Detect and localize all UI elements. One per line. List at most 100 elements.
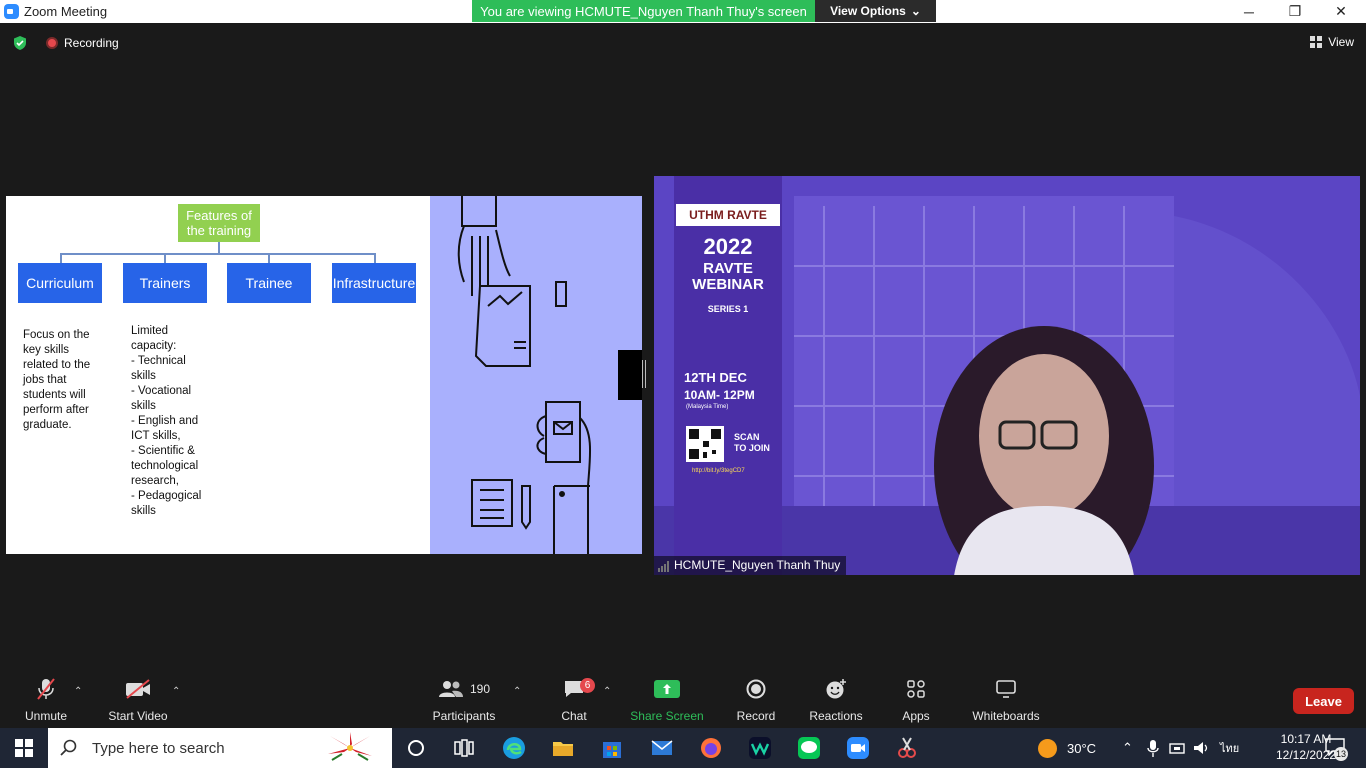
- poster-scan-label: SCAN TO JOIN: [734, 432, 770, 453]
- notification-count-badge: 13: [1334, 747, 1348, 761]
- trainers-description: Limited capacity: - Technical skills - V…: [131, 325, 202, 517]
- record-icon: [746, 679, 766, 699]
- volume-tray-icon[interactable]: [1192, 736, 1210, 760]
- resize-handle[interactable]: [642, 360, 646, 388]
- microphone-tray-icon[interactable]: [1146, 736, 1160, 760]
- search-icon: [60, 739, 77, 756]
- start-video-button[interactable]: Start Video: [105, 672, 171, 728]
- edge-browser-icon[interactable]: [502, 736, 526, 760]
- apps-icon: [907, 680, 925, 698]
- input-language-indicator[interactable]: ไทย: [1220, 728, 1239, 768]
- recording-indicator[interactable]: Recording: [46, 36, 119, 50]
- windows-taskbar: Type here to search 30°C ⌃ ไทย 10:17 AM …: [0, 728, 1366, 768]
- microsoft-store-icon[interactable]: [600, 736, 624, 760]
- file-explorer-icon[interactable]: [551, 736, 575, 760]
- chat-unread-badge: 6: [580, 678, 595, 693]
- poster-date: 12TH DEC: [684, 370, 747, 385]
- recording-dot-icon: [46, 37, 58, 49]
- whiteboards-label: Whiteboards: [972, 709, 1040, 723]
- illustration-panel: [430, 196, 642, 554]
- start-video-label: Start Video: [108, 709, 168, 723]
- apps-button[interactable]: Apps: [900, 672, 932, 728]
- start-button[interactable]: [0, 728, 48, 768]
- audio-options-caret-icon[interactable]: ⌃: [74, 686, 82, 697]
- poinsettia-flower-icon: [328, 732, 372, 764]
- whiteboards-button[interactable]: Whiteboards: [970, 672, 1042, 728]
- panel-divider-handle[interactable]: [618, 350, 642, 400]
- minimize-button[interactable]: ─: [1226, 0, 1272, 23]
- unmute-button[interactable]: Unmute: [22, 672, 70, 728]
- branch-curriculum: Curriculum: [18, 263, 102, 303]
- share-screen-button[interactable]: Share Screen: [630, 672, 704, 728]
- search-placeholder: Type here to search: [92, 739, 225, 757]
- mail-icon[interactable]: [650, 736, 674, 760]
- sun-weather-icon: [1038, 738, 1057, 758]
- share-screen-icon: [654, 680, 680, 698]
- zoom-meeting-window: Zoom Meeting ─ ❐ ✕ You are viewing HCMUT…: [0, 0, 1366, 768]
- reactions-label: Reactions: [809, 709, 863, 723]
- weather-widget[interactable]: 30°C: [1038, 728, 1096, 768]
- taskbar-search-box[interactable]: Type here to search: [48, 728, 392, 768]
- recording-label: Recording: [64, 36, 119, 50]
- network-tray-icon[interactable]: [1168, 736, 1186, 760]
- share-screen-label: Share Screen: [630, 709, 704, 723]
- poster-timezone: (Malaysia Time): [686, 404, 729, 410]
- window-title: Zoom Meeting: [24, 4, 108, 19]
- share-banner: You are viewing HCMUTE_Nguyen Thanh Thuy…: [472, 0, 815, 22]
- poster-title-2: WEBINAR: [692, 276, 764, 293]
- muted-microphone-icon: [37, 678, 55, 700]
- snipping-tool-icon[interactable]: [895, 736, 919, 760]
- windows-logo-icon: [15, 739, 33, 757]
- org-chart-root: Features of the training: [178, 204, 260, 242]
- branch-trainers: Trainers: [123, 263, 207, 303]
- record-button[interactable]: Record: [734, 672, 778, 728]
- leave-button[interactable]: Leave: [1293, 688, 1354, 714]
- participants-icon: [438, 681, 463, 697]
- close-button[interactable]: ✕: [1318, 0, 1364, 23]
- restore-button[interactable]: ❐: [1272, 0, 1318, 23]
- connector-line: [268, 253, 270, 263]
- connector-line: [60, 253, 376, 255]
- view-options-button[interactable]: View Options ⌄: [815, 0, 936, 22]
- shared-screen-slide: Features of the training Curriculum Trai…: [6, 196, 642, 554]
- meeting-toolbar: Unmute ⌃ Start Video ⌃ 190 Participants …: [0, 672, 1366, 728]
- reactions-button[interactable]: Reactions: [808, 672, 864, 728]
- participants-caret-icon[interactable]: ⌃: [513, 686, 521, 697]
- connector-line: [60, 253, 62, 263]
- cortana-circle-icon[interactable]: [404, 736, 428, 760]
- poster-year: 2022: [703, 234, 753, 259]
- hands-documents-illustration-icon: [457, 196, 592, 554]
- branch-trainee: Trainee: [227, 263, 311, 303]
- action-center-button[interactable]: 13: [1325, 738, 1348, 761]
- speaker-name-label: HCMUTE_Nguyen Thanh Thuy: [654, 556, 847, 575]
- security-shield-icon[interactable]: [12, 35, 28, 51]
- grid-view-icon: [1310, 36, 1323, 48]
- chevron-down-icon: ⌄: [910, 4, 921, 18]
- participants-button[interactable]: 190 Participants: [430, 672, 498, 728]
- curriculum-description: Focus on the key skills related to the j…: [23, 329, 91, 431]
- poster-logo: UTHM RAVTE: [676, 204, 780, 226]
- connector-line: [374, 253, 376, 263]
- video-options-caret-icon[interactable]: ⌃: [172, 686, 180, 697]
- chat-caret-icon[interactable]: ⌃: [603, 686, 611, 697]
- poster-time: 10AM- 12PM: [684, 388, 755, 402]
- video-off-icon: [126, 679, 150, 699]
- poster-title-1: RAVTE: [703, 260, 753, 277]
- zoom-taskbar-icon[interactable]: [846, 736, 870, 760]
- poster-series: SERIES 1: [707, 304, 749, 314]
- temperature-label: 30°C: [1067, 740, 1097, 756]
- show-hidden-icons-button[interactable]: ⌃: [1122, 728, 1133, 768]
- line-app-icon[interactable]: [797, 736, 821, 760]
- webex-icon[interactable]: [748, 736, 772, 760]
- view-button[interactable]: View: [1310, 35, 1354, 49]
- poster-link: http://bit.ly/3tegCD7: [692, 468, 745, 474]
- participants-count: 190: [469, 682, 491, 696]
- branch-infrastructure: Infrastructure: [332, 263, 416, 303]
- unmute-label: Unmute: [24, 709, 68, 723]
- view-label: View: [1328, 35, 1354, 49]
- speaker-video[interactable]: UTHM RAVTE 2022 RAVTE WEBINAR SERIES 1 1…: [654, 176, 1360, 575]
- chat-button[interactable]: 6 Chat: [556, 672, 595, 728]
- firefox-icon[interactable]: [699, 736, 723, 760]
- chat-label: Chat: [561, 709, 587, 723]
- task-view-icon[interactable]: [452, 736, 476, 760]
